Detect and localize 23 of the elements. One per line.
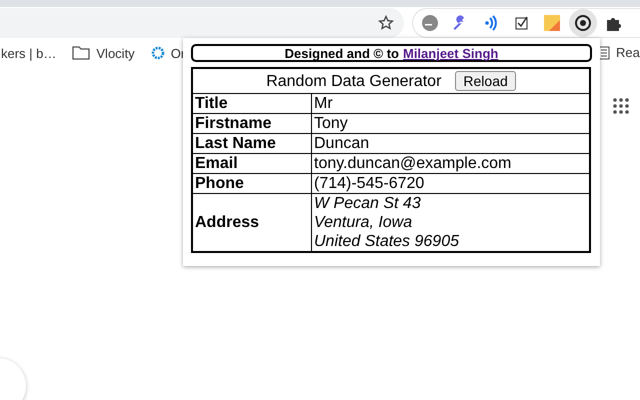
folder-icon [72, 46, 90, 60]
checkbox-icon[interactable] [514, 14, 530, 30]
table-cell: Last Name [192, 134, 312, 154]
table-cell: Title [192, 94, 312, 114]
reload-button[interactable]: Reload [455, 71, 516, 91]
ring-icon [150, 46, 165, 60]
bookmark[interactable]: Vlocity [72, 46, 135, 60]
note-icon[interactable] [543, 14, 561, 32]
generator-title: Random Data Generator [266, 73, 442, 90]
bookmark[interactable]: kers | b… [1, 46, 56, 60]
target-icon [574, 14, 592, 32]
star-icon[interactable] [378, 14, 394, 30]
extension-button[interactable] [569, 8, 597, 36]
apps-grid-icon[interactable] [613, 98, 629, 114]
table-cell: tony.duncan@example.com [312, 154, 590, 174]
extension-icon[interactable] [421, 14, 439, 32]
table-cell: Firstname [192, 114, 312, 134]
credit-text: Designed and © to [284, 46, 399, 60]
author-link[interactable]: Milanjeet Singh [402, 46, 498, 60]
table-cell: (714)-545-6720 [312, 174, 590, 194]
bookmark[interactable]: Or [150, 46, 186, 60]
table-cell: Email [192, 154, 312, 174]
table-cell: Phone [192, 174, 312, 194]
